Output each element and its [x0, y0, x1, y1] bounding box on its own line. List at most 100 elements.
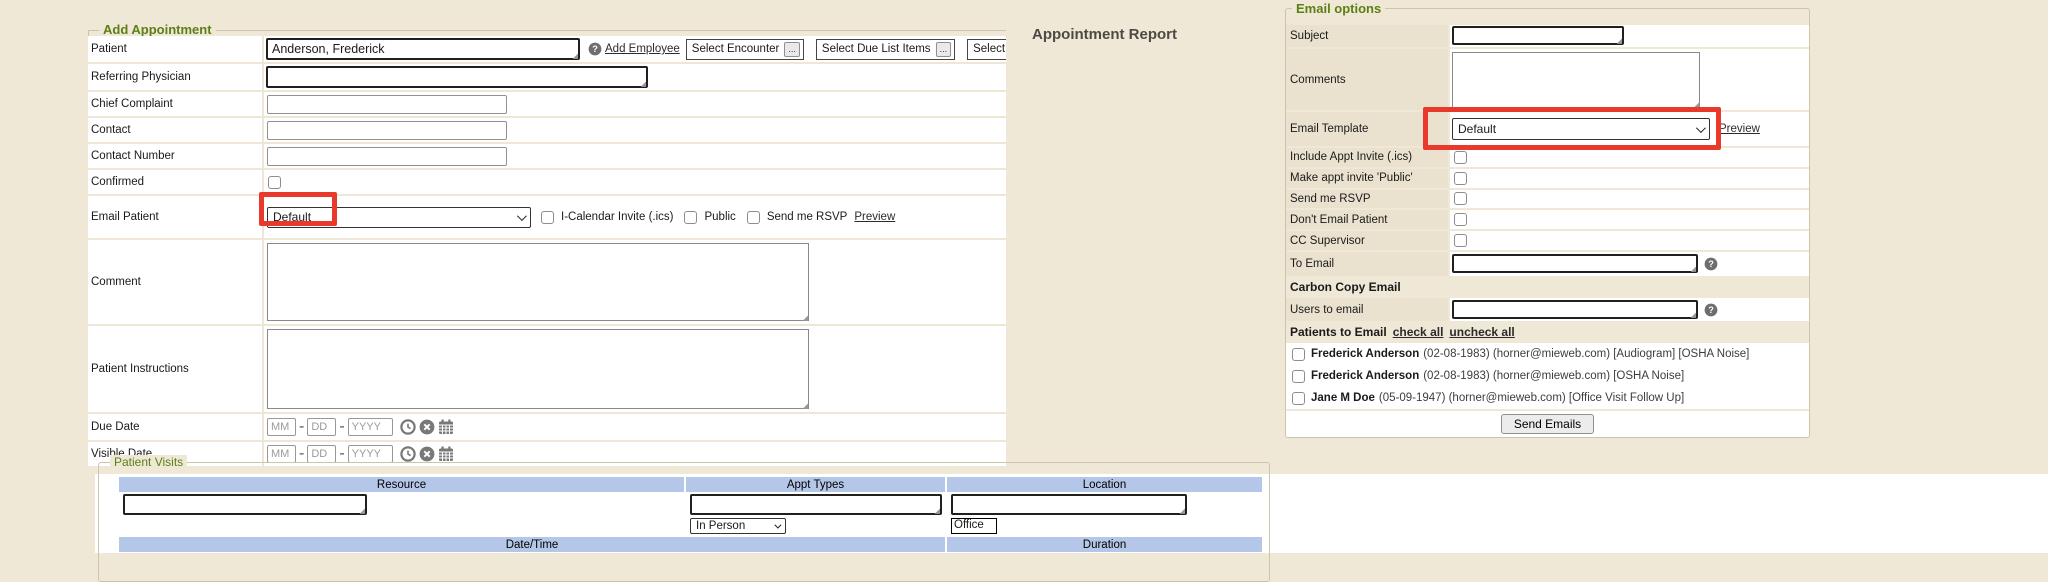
select-encounter-label: Select Encounter [692, 43, 780, 55]
location-suggestion[interactable]: Office [951, 518, 997, 534]
contact-input[interactable] [267, 121, 507, 140]
send-me-rsvp-report-label: Send me RSVP [1286, 190, 1448, 209]
make-invite-public-checkbox[interactable] [1454, 172, 1467, 185]
to-email-label: To Email [1286, 252, 1448, 276]
dd-placeholder: DD [311, 421, 327, 433]
dont-email-patient-row: Don't Email Patient [1286, 210, 1809, 229]
contact-number-input[interactable] [267, 147, 507, 166]
comment-row: Comment [88, 240, 1006, 324]
patient-email-checkbox[interactable] [1292, 392, 1305, 405]
visible-date-mm-input[interactable]: MM [267, 445, 296, 463]
due-date-dd-input[interactable]: DD [307, 418, 336, 436]
contact-number-row: Contact Number [88, 144, 1006, 168]
help-icon[interactable]: ? [588, 42, 602, 56]
select-cut-label: Select C [973, 43, 1006, 55]
select-due-list-items-ellipsis-button[interactable]: ... [936, 42, 952, 57]
subject-input[interactable] [1452, 26, 1624, 45]
public-checkbox[interactable] [684, 211, 697, 224]
email-patient-label: Email Patient [88, 196, 262, 238]
send-emails-button[interactable]: Send Emails [1501, 414, 1594, 434]
help-icon[interactable]: ? [1704, 303, 1718, 317]
comments-textarea[interactable] [1452, 52, 1700, 108]
comments-label: Comments [1286, 49, 1448, 110]
patient-details: (02-08-1983) (horner@mieweb.com) [Audiog… [1423, 348, 1749, 360]
clock-icon[interactable] [400, 446, 416, 462]
include-appt-invite-checkbox[interactable] [1454, 151, 1467, 164]
subject-row: Subject [1286, 25, 1809, 47]
email-template-row-content: Default Preview [1450, 112, 1809, 146]
appt-types-column-header: Appt Types [686, 477, 945, 492]
patient-input[interactable]: Anderson, Frederick [266, 38, 580, 60]
comment-label: Comment [88, 240, 262, 324]
due-date-yyyy-input[interactable]: YYYY [348, 418, 393, 436]
chief-complaint-input[interactable] [267, 95, 507, 114]
send-me-rsvp-checkbox[interactable] [747, 211, 760, 224]
email-patient-row-content: Default I-Calendar Invite (.ics) Public … [264, 196, 1006, 238]
patient-name: Jane M Doe [1311, 392, 1375, 404]
cc-supervisor-checkbox[interactable] [1454, 234, 1467, 247]
patient-details: (05-09-1947) (horner@mieweb.com) [Office… [1379, 392, 1684, 404]
confirmed-row-content [264, 170, 1006, 194]
confirmed-checkbox[interactable] [268, 176, 281, 189]
dd-placeholder: DD [311, 448, 327, 460]
referring-physician-input[interactable] [266, 66, 648, 88]
patient-instructions-label: Patient Instructions [88, 326, 262, 412]
add-employee-link[interactable]: Add Employee [605, 43, 680, 55]
email-patient-template-select[interactable]: Default [267, 207, 531, 228]
select-encounter-button[interactable]: Select Encounter ... [686, 39, 804, 60]
send-me-rsvp-report-checkbox[interactable] [1454, 192, 1467, 205]
to-email-input[interactable] [1452, 254, 1698, 273]
mm-placeholder: MM [271, 448, 289, 460]
select-encounter-ellipsis-button[interactable]: ... [784, 42, 800, 57]
email-patient-preview-link[interactable]: Preview [854, 211, 895, 223]
check-all-link[interactable]: check all [1393, 325, 1444, 339]
comment-textarea[interactable] [267, 243, 809, 321]
uncheck-all-link[interactable]: uncheck all [1449, 325, 1514, 339]
referring-physician-row-content [264, 64, 1006, 90]
patient-instructions-textarea[interactable] [267, 329, 809, 409]
visible-date-dd-input[interactable]: DD [307, 445, 336, 463]
contact-row: Contact [88, 118, 1006, 142]
calendar-icon[interactable] [438, 419, 454, 435]
due-date-row-content: MM - DD - YYYY [264, 414, 1006, 440]
clear-icon[interactable] [419, 446, 435, 462]
dont-email-patient-checkbox[interactable] [1454, 213, 1467, 226]
patient-instructions-row-content [264, 326, 1006, 412]
calendar-icon[interactable] [438, 446, 454, 462]
patients-to-email-title: Patients to Email [1290, 325, 1387, 339]
email-template-preview-link[interactable]: Preview [1719, 123, 1760, 135]
select-due-list-items-button[interactable]: Select Due List Items ... [816, 39, 955, 60]
patient-visits-header-row-2: Date/Time Duration [119, 537, 1262, 552]
patients-to-email-list: Frederick Anderson (02-08-1983) (horner@… [1286, 343, 1809, 409]
email-template-select[interactable]: Default [1452, 118, 1710, 140]
select-cut-button[interactable]: Select C [967, 39, 1006, 60]
appt-mode-select[interactable]: In Person [690, 518, 786, 534]
clear-icon[interactable] [419, 419, 435, 435]
mm-placeholder: MM [271, 421, 289, 433]
due-date-mm-input[interactable]: MM [267, 418, 296, 436]
make-invite-public-content [1450, 169, 1809, 188]
chief-complaint-label: Chief Complaint [88, 92, 262, 116]
contact-number-label: Contact Number [88, 144, 262, 168]
appt-type-input[interactable] [690, 494, 942, 515]
email-patient-row: Email Patient Default I-Calendar Invite … [88, 196, 1006, 238]
resource-input[interactable] [123, 494, 367, 515]
send-me-rsvp-content [1450, 190, 1809, 209]
patient-email-checkbox[interactable] [1292, 348, 1305, 361]
location-input[interactable] [951, 494, 1187, 515]
users-to-email-input[interactable] [1452, 300, 1698, 319]
icalendar-invite-checkbox[interactable] [541, 211, 554, 224]
patient-email-row: Frederick Anderson (02-08-1983) (horner@… [1286, 343, 1809, 365]
patient-visits-table: Resource Appt Types Location In Person O… [119, 477, 1262, 552]
location-column-header: Location [947, 477, 1262, 492]
subject-label: Subject [1286, 25, 1448, 47]
contact-number-row-content [264, 144, 1006, 168]
chevron-down-icon [1696, 123, 1706, 133]
help-icon[interactable]: ? [1704, 257, 1718, 271]
email-options-legend: Email options [1292, 1, 1385, 16]
visible-date-yyyy-input[interactable]: YYYY [348, 445, 393, 463]
patient-visits-legend: Patient Visits [110, 455, 187, 469]
clock-icon[interactable] [400, 419, 416, 435]
patient-email-checkbox[interactable] [1292, 370, 1305, 383]
due-date-row: Due Date MM - DD - YYYY [88, 414, 1006, 440]
